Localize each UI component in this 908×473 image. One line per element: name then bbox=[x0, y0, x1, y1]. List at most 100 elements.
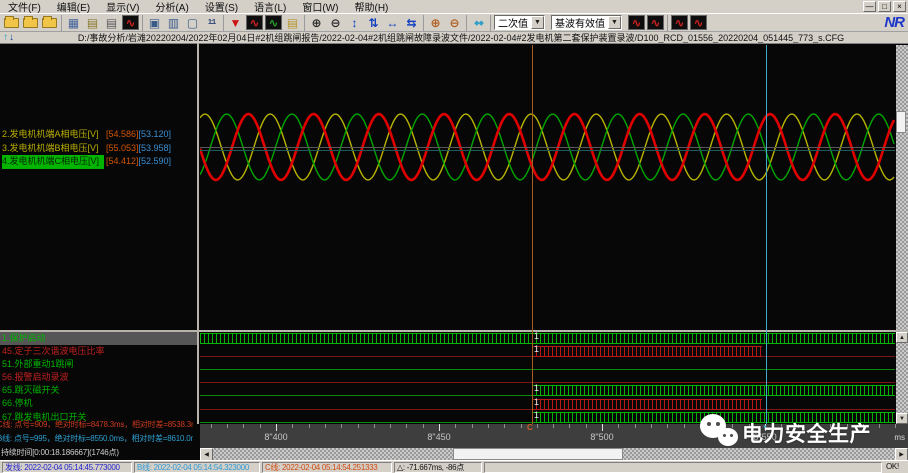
axis-tick bbox=[341, 424, 342, 428]
save-icon[interactable]: ▦ bbox=[65, 15, 82, 30]
open-recent-icon[interactable] bbox=[23, 18, 38, 28]
trigger-time-status: 发线: 2022-02-04 05:14:45.773000 bbox=[2, 462, 132, 473]
panel-splitter-horizontal[interactable] bbox=[0, 330, 908, 332]
toolbar-group: ⊕⊖↕⇅↔⇆ bbox=[305, 15, 424, 31]
wave-zoom-d-icon[interactable]: ∿ bbox=[690, 15, 707, 30]
trace-state-marker: 1 bbox=[534, 332, 539, 341]
wave-zoom-c-icon[interactable]: ∿ bbox=[671, 15, 688, 30]
print-icon[interactable]: ▤ bbox=[103, 15, 120, 30]
amplitude-expand-icon[interactable]: ↕ bbox=[346, 15, 363, 30]
chevron-down-icon[interactable]: ▼ bbox=[608, 16, 621, 29]
menu-item-5[interactable]: 语言(L) bbox=[246, 0, 294, 14]
axis-tick bbox=[374, 424, 375, 428]
menu-item-0[interactable]: 文件(F) bbox=[0, 0, 49, 14]
window-controls: — □ × bbox=[863, 1, 906, 12]
fit-window-icon[interactable]: ▢ bbox=[184, 15, 201, 30]
copy-icon[interactable]: ▣ bbox=[146, 15, 163, 30]
cursor-c-time-status: C线: 2022-02-04 05:14:54.251333 bbox=[262, 462, 392, 473]
one-to-one-icon[interactable]: 1:1 bbox=[203, 15, 220, 30]
panel-splitter-vertical[interactable] bbox=[197, 43, 199, 424]
toolbar-group: ⊕⊖ bbox=[424, 15, 467, 31]
trace-state-marker: 1 bbox=[534, 398, 539, 407]
cursor-c-line[interactable] bbox=[532, 45, 533, 424]
analog-channel-list: 2.发电机机端A相电压[V][54.586][53.120]3.发电机机端B相电… bbox=[2, 128, 197, 169]
restore-button[interactable]: □ bbox=[878, 1, 891, 12]
cursor-jump-icon[interactable]: ◆◆ bbox=[470, 15, 487, 30]
trace-state-marker: 1 bbox=[534, 384, 539, 393]
preview-icon[interactable]: ▥ bbox=[165, 15, 182, 30]
analog-channel-row[interactable]: 2.发电机机端A相电压[V][54.586][53.120] bbox=[2, 128, 197, 142]
time-expand-icon[interactable]: ↔ bbox=[384, 15, 401, 30]
digital-trace-low bbox=[200, 395, 532, 396]
menu-item-4[interactable]: 设置(S) bbox=[197, 0, 246, 14]
analog-vertical-scrollbar[interactable] bbox=[896, 45, 908, 330]
path-bar: ↑ ↓ D:/事故分析/岩滩20220204/2022年02月04日#2机组跳闸… bbox=[0, 31, 908, 43]
trace-state-marker: 1 bbox=[534, 411, 539, 420]
axis-tick bbox=[569, 424, 570, 428]
analog-channel-row[interactable]: 4.发电机机端C相电压[V][54.412][52.590] bbox=[2, 155, 197, 169]
digital-channel-row[interactable]: 56.报警启动录波 bbox=[0, 371, 197, 384]
amplitude-shrink-icon[interactable]: ⇅ bbox=[365, 15, 382, 30]
chevron-down-icon[interactable]: ▼ bbox=[531, 16, 544, 29]
menu-item-1[interactable]: 编辑(E) bbox=[49, 0, 98, 14]
time-shrink-icon[interactable]: ⇆ bbox=[403, 15, 420, 30]
cursor-c-value: [54.412] bbox=[106, 155, 139, 169]
cursor-b-value: [52.590] bbox=[139, 155, 172, 169]
digital-channel-row[interactable]: 1.保护启动 bbox=[0, 332, 197, 345]
menu-item-6[interactable]: 窗口(W) bbox=[294, 0, 346, 14]
zoom-out-icon[interactable]: ⊖ bbox=[327, 15, 344, 30]
watermark: 电力安全生产 bbox=[698, 410, 898, 456]
marker-flag-icon[interactable]: ▼ bbox=[227, 15, 244, 30]
cursor-c-info: C线: 点号=909，绝对时标=8478.3ms，相对时差=8538.3ms bbox=[0, 419, 193, 431]
analog-waveform-plot[interactable] bbox=[200, 45, 895, 330]
analog-channel-row[interactable]: 3.发电机机端B相电压[V][55.053][53.958] bbox=[2, 142, 197, 156]
export-icon[interactable]: ▤ bbox=[84, 15, 101, 30]
digital-channel-row[interactable]: 66.停机 bbox=[0, 397, 197, 410]
minimize-button[interactable]: — bbox=[863, 1, 876, 12]
zoom-area-icon[interactable]: ⊕ bbox=[427, 15, 444, 30]
report-icon[interactable]: ▤ bbox=[284, 15, 301, 30]
digital-trace-low bbox=[200, 422, 532, 423]
axis-tick-label: 8"450 bbox=[427, 432, 450, 442]
prev-file-icon[interactable]: ↑ bbox=[3, 33, 8, 43]
menu-items: 文件(F)编辑(E)显示(V)分析(A)设置(S)语言(L)窗口(W)帮助(H) bbox=[0, 0, 396, 14]
axis-tick bbox=[309, 424, 310, 428]
menu-item-3[interactable]: 分析(A) bbox=[147, 0, 196, 14]
axis-tick bbox=[325, 424, 326, 428]
scroll-up-icon[interactable]: ▲ bbox=[896, 332, 908, 343]
waveform-window-icon[interactable]: ∿ bbox=[122, 15, 139, 30]
wave-list-icon[interactable]: ∿ bbox=[246, 15, 263, 30]
axis-tick bbox=[455, 424, 456, 428]
wave-zoom-a-icon[interactable]: ∿ bbox=[628, 15, 645, 30]
axis-tick-label: 8"400 bbox=[264, 432, 287, 442]
menu-item-7[interactable]: 帮助(H) bbox=[347, 0, 397, 14]
axis-tick bbox=[635, 424, 636, 428]
wave-zoom-b-icon[interactable]: ∿ bbox=[647, 15, 664, 30]
zoom-in-icon[interactable]: ⊕ bbox=[308, 15, 325, 30]
digital-channel-row[interactable]: 51.外部重动1跳闸 bbox=[0, 358, 197, 371]
value-type-combo[interactable]: 二次值▼ bbox=[494, 15, 545, 30]
ok-status: OK! bbox=[884, 462, 906, 473]
wave-grid-icon[interactable]: ∿ bbox=[265, 15, 282, 30]
digital-trace-low bbox=[200, 369, 895, 370]
axis-tick bbox=[406, 424, 407, 428]
open-dir-icon[interactable] bbox=[42, 18, 57, 28]
digital-channel-row[interactable]: 45.定子三次谐波电压比率 bbox=[0, 345, 197, 358]
horizontal-scrollbar-thumb[interactable] bbox=[453, 448, 623, 460]
digital-trace-high bbox=[532, 385, 895, 396]
zoom-reset-icon[interactable]: ⊖ bbox=[446, 15, 463, 30]
axis-tick bbox=[667, 424, 668, 428]
analog-channel-label: 2.发电机机端A相电压[V] bbox=[2, 128, 104, 142]
analog-scrollbar-thumb[interactable] bbox=[896, 111, 906, 133]
digital-trace-low bbox=[200, 409, 532, 410]
digital-channel-row[interactable]: 65.跳灭磁开关 bbox=[0, 384, 197, 397]
open-file-icon[interactable] bbox=[4, 18, 19, 28]
digital-channel-list: 1.保护启动45.定子三次谐波电压比率51.外部重动1跳闸56.报警启动录波65… bbox=[0, 332, 197, 424]
cursor-b-line[interactable] bbox=[766, 45, 767, 424]
close-button[interactable]: × bbox=[893, 1, 906, 12]
toolbar-group bbox=[0, 15, 62, 31]
calc-type-combo-value: 基波有效值 bbox=[552, 15, 608, 30]
menu-item-2[interactable]: 显示(V) bbox=[98, 0, 147, 14]
status-spacer bbox=[484, 462, 882, 473]
calc-type-combo[interactable]: 基波有效值▼ bbox=[551, 15, 622, 30]
